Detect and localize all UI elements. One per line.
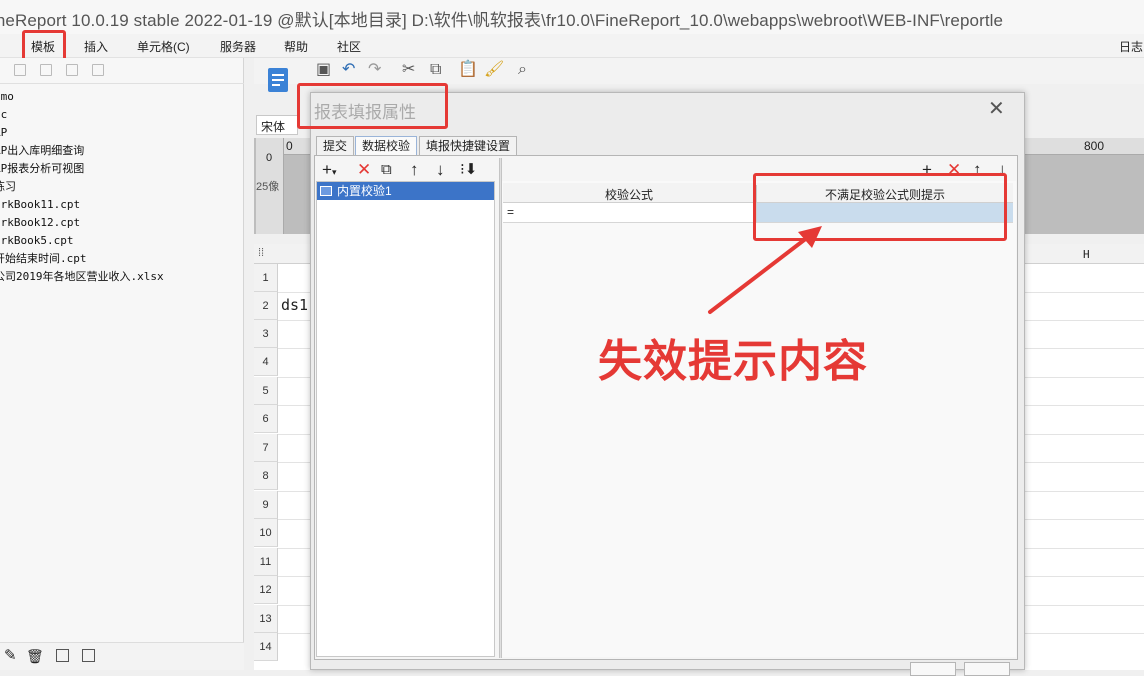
window-title: ineReport 10.0.19 stable 2022-01-19 @默认[… [0, 11, 1004, 30]
row-number[interactable]: 6 [254, 405, 278, 433]
column-h[interactable]: H [1083, 248, 1090, 261]
format-painter-icon[interactable]: 🖌 [484, 61, 504, 79]
tree-item[interactable]: RP [0, 126, 7, 139]
row-number[interactable]: 8 [254, 462, 278, 490]
tree-bottom-toolbar: ✎ 🗑 [0, 642, 244, 670]
export-icon[interactable] [82, 649, 95, 662]
row-number[interactable]: 2 [254, 292, 278, 320]
vertical-ruler-label: 0 [266, 152, 273, 164]
move-down-icon[interactable]: ↓ [436, 160, 445, 180]
row-number[interactable]: 4 [254, 348, 278, 376]
row-number[interactable]: 3 [254, 320, 278, 348]
select-all-icon[interactable]: ⁞⁞ [258, 247, 264, 259]
cancel-button[interactable] [964, 662, 1010, 676]
annotation-text: 失效提示内容 [598, 336, 868, 387]
cut-icon[interactable]: ✂ [402, 61, 415, 79]
row-number[interactable]: 14 [254, 633, 278, 661]
menu-help[interactable]: 帮助 [284, 38, 308, 55]
menu-bar: ’ 模板 插入 单元格(C) 服务器 帮助 社区 日志 [0, 34, 1144, 58]
menu-cell[interactable]: 单元格(C) [137, 38, 190, 55]
row-number[interactable]: 10 [254, 519, 278, 547]
save-icon[interactable]: ▣ [316, 61, 331, 79]
row-height-label: 25像 [256, 181, 280, 193]
redo-icon[interactable]: ↷ [368, 61, 381, 79]
validation-list-item[interactable]: 内置校验1 [317, 182, 494, 200]
trash-icon[interactable]: 🗑 [26, 648, 44, 664]
open-template-icon[interactable] [40, 64, 52, 76]
menu-log[interactable]: 日志 [1119, 38, 1143, 55]
copy-item-icon[interactable]: ⧉ [381, 160, 392, 180]
row-number[interactable]: 11 [254, 548, 278, 576]
find-icon[interactable]: ⌕ [518, 61, 527, 79]
edit-icon[interactable]: ✎ [4, 648, 17, 664]
row-number[interactable]: 13 [254, 605, 278, 633]
tab-fill-shortcuts[interactable]: 填报快捷键设置 [419, 136, 518, 156]
tree-item[interactable]: 练习 [0, 178, 16, 194]
undo-icon[interactable]: ↶ [342, 61, 355, 79]
tree-item[interactable]: RP报表分析可视图 [0, 160, 84, 176]
tree-item[interactable]: orkBook12.cpt [0, 216, 80, 229]
tree-toolbar [0, 58, 244, 84]
paste-icon[interactable]: 📋 [458, 61, 478, 79]
row-number[interactable]: 5 [254, 377, 278, 405]
row-number[interactable]: 1 [254, 264, 278, 292]
row-number[interactable]: 9 [254, 491, 278, 519]
menu-file[interactable]: ’ [0, 38, 1, 52]
validation-list[interactable] [316, 181, 495, 657]
delete-icon[interactable]: ✕ [357, 160, 371, 180]
tree-item[interactable]: RP出入库明细查询 [0, 142, 84, 158]
tree-item[interactable]: orkBook11.cpt [0, 198, 80, 211]
ruler-start-label: 0 [286, 139, 293, 153]
column-validation-formula: 校验公式 [605, 188, 654, 202]
window-title-bar: ineReport 10.0.19 stable 2022-01-19 @默认[… [0, 0, 1144, 34]
menu-insert[interactable]: 插入 [84, 38, 108, 55]
menu-server[interactable]: 服务器 [220, 38, 256, 55]
template-tree-panel: emo oc RP RP出入库明细查询 RP报表分析可视图 练习 orkBook… [0, 58, 244, 670]
row-number[interactable]: 7 [254, 434, 278, 462]
ruler-800-label: 800 [1084, 139, 1105, 153]
sort-icon[interactable]: ⁝⬇ [460, 160, 477, 180]
tree-item[interactable]: emo [0, 90, 14, 103]
tab-submit[interactable]: 提交 [316, 136, 355, 156]
validation-item-icon [320, 186, 332, 196]
tree-item[interactable]: 公司2019年各地区营业收入.xlsx [0, 268, 164, 284]
font-name-select[interactable]: 宋体 [256, 115, 298, 135]
close-icon[interactable]: ✕ [988, 98, 1005, 120]
copy-icon[interactable]: ⧉ [430, 61, 441, 79]
row-number[interactable]: 12 [254, 576, 278, 604]
dialog-title-highlight-box [297, 83, 448, 129]
copy-template-icon[interactable] [92, 64, 104, 76]
template-type-icon[interactable] [266, 66, 292, 96]
tree-item[interactable]: oc [0, 108, 7, 121]
vertical-ruler: 0 25像 [256, 138, 284, 234]
ok-button[interactable] [910, 662, 956, 676]
formula-cell[interactable]: = [503, 203, 757, 223]
rename-icon[interactable] [66, 64, 78, 76]
move-up-icon[interactable]: ↑ [410, 160, 419, 180]
new-folder-icon[interactable] [14, 64, 26, 76]
tab-data-validation[interactable]: 数据校验 [355, 136, 418, 156]
preview-icon[interactable] [56, 649, 69, 662]
annotation-arrow [708, 226, 822, 314]
tree-item[interactable]: orkBook5.cpt [0, 234, 73, 247]
tree-item[interactable]: 开始结束时间.cpt [0, 250, 87, 266]
add-dropdown-icon[interactable]: +▾ [322, 160, 336, 182]
main-toolbar: ▣ ↶ ↷ ✂ ⧉ 📋 🖌 ⌕ [254, 58, 1144, 84]
menu-community[interactable]: 社区 [337, 38, 361, 55]
